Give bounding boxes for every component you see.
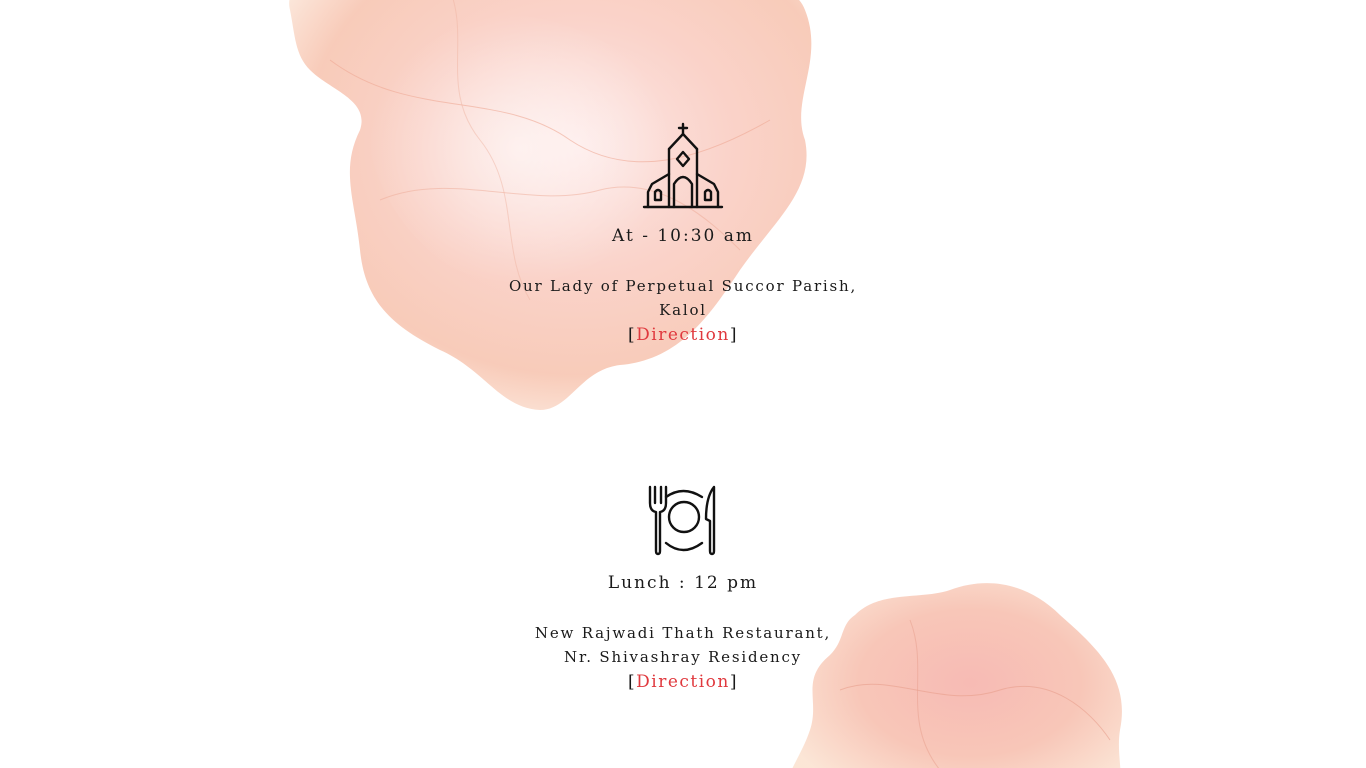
ceremony-direction-line: [Direction] xyxy=(0,322,1366,348)
lunch-venue-name: New Rajwadi Thath Restaurant, xyxy=(534,624,832,642)
bracket-open: [ xyxy=(627,325,637,345)
lunch-direction-link[interactable]: Direction xyxy=(636,672,730,692)
bracket-close: ] xyxy=(729,325,738,345)
bracket-close: ] xyxy=(729,672,738,692)
ceremony-time: At - 10:30 am xyxy=(611,226,754,246)
lunch-section: Lunch : 12 pm New Rajwadi Thath Restaura… xyxy=(0,483,1366,695)
lunch-direction-line: [Direction] xyxy=(0,669,1366,695)
plate-cutlery-icon xyxy=(648,485,716,556)
lunch-time: Lunch : 12 pm xyxy=(607,573,759,593)
ceremony-direction-link[interactable]: Direction xyxy=(636,325,730,345)
bracket-open: [ xyxy=(627,672,637,692)
ceremony-venue-city: Kalol xyxy=(659,301,707,319)
ceremony-venue: Our Lady of Perpetual Succor Parish, Kal… xyxy=(0,274,1366,322)
ceremony-section: At - 10:30 am Our Lady of Perpetual Succ… xyxy=(0,122,1366,348)
lunch-venue: New Rajwadi Thath Restaurant, Nr. Shivas… xyxy=(0,621,1366,669)
lunch-venue-landmark: Nr. Shivashray Residency xyxy=(564,648,802,666)
ceremony-venue-name: Our Lady of Perpetual Succor Parish, xyxy=(508,277,858,295)
invitation-page: At - 10:30 am Our Lady of Perpetual Succ… xyxy=(0,0,1366,768)
church-icon xyxy=(642,122,724,209)
